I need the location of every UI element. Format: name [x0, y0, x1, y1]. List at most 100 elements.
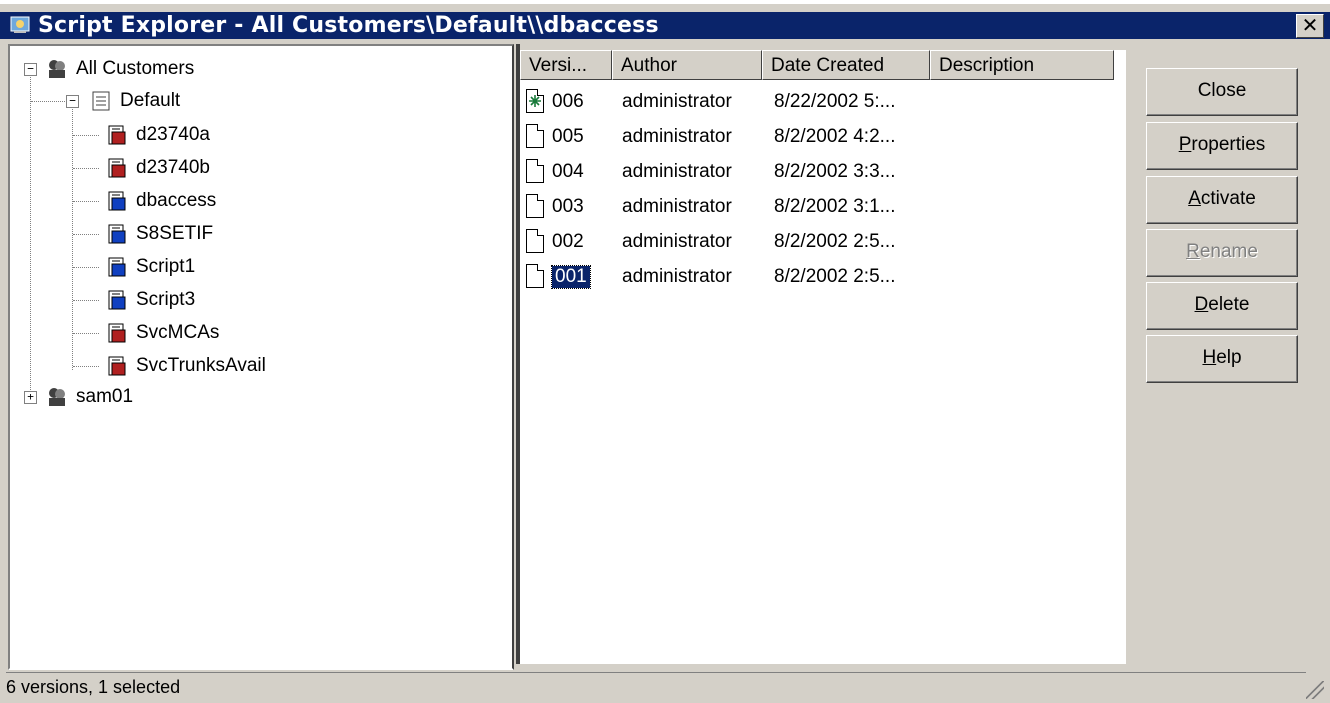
script-icon [106, 190, 128, 212]
activate-label-rest: ctivate [1200, 188, 1256, 209]
tree-node-script[interactable]: S8SETIF [73, 219, 214, 249]
script-file-icon [526, 264, 544, 288]
status-text: 6 versions, 1 selected [6, 677, 181, 697]
active-script-file-icon [526, 89, 544, 113]
cell-date: 8/2/2002 3:3... [774, 161, 896, 182]
column-header-description[interactable]: Description [930, 50, 1114, 80]
delete-label-rest: elete [1208, 294, 1250, 315]
customer-tree[interactable]: − All Customers − Default d23740a d23740b… [8, 44, 514, 670]
column-header-author[interactable]: Author [612, 50, 762, 80]
title-bar[interactable]: Script Explorer - All Customers\Default\… [0, 12, 1330, 39]
cell-date: 8/22/2002 5:... [774, 91, 896, 112]
tree-node-script[interactable]: d23740b [73, 153, 210, 183]
properties-label-rest: roperties [1191, 134, 1266, 155]
table-row[interactable]: 003 administrator 8/2/2002 3:1... [520, 191, 1120, 224]
versions-list[interactable]: Versi... Author Date Created Description… [520, 50, 1126, 664]
script-file-icon [526, 159, 544, 183]
collapse-icon[interactable]: − [66, 95, 79, 108]
table-row[interactable]: 006 administrator 8/22/2002 5:... [520, 86, 1120, 119]
table-row[interactable]: 002 administrator 8/2/2002 2:5... [520, 226, 1120, 259]
tree-node-script[interactable]: dbaccess [73, 186, 217, 216]
script-file-icon [526, 229, 544, 253]
table-row[interactable]: 004 administrator 8/2/2002 3:3... [520, 156, 1120, 189]
cell-version: 006 [552, 91, 584, 112]
rename-mnemonic: R [1186, 241, 1200, 262]
tree-line [30, 72, 31, 404]
help-button[interactable]: Help [1146, 335, 1298, 383]
script-icon [106, 289, 128, 311]
cell-author: administrator [622, 196, 732, 217]
tree-node-label: SvcTrunksAvail [136, 355, 266, 376]
tree-line [73, 135, 99, 136]
rename-button: Rename [1146, 229, 1298, 277]
delete-mnemonic: D [1194, 294, 1209, 315]
table-row[interactable]: 005 administrator 8/2/2002 4:2... [520, 121, 1120, 154]
column-header-version[interactable]: Versi... [520, 50, 612, 80]
tree-line [72, 106, 73, 370]
help-mnemonic: H [1202, 347, 1217, 368]
script-explorer-icon [10, 16, 30, 33]
properties-button[interactable]: Properties [1146, 122, 1298, 170]
tree-node-label: Default [120, 90, 181, 111]
tree-line [73, 300, 99, 301]
tree-node-label: SvcMCAs [136, 322, 220, 343]
script-file-icon [526, 124, 544, 148]
status-bar: 6 versions, 1 selected [6, 672, 1306, 701]
cell-version: 004 [552, 161, 584, 182]
script-icon [106, 322, 128, 344]
tree-node-all-customers[interactable]: − All Customers [24, 54, 194, 84]
close-window-icon[interactable]: ✕ [1296, 14, 1324, 38]
script-icon [106, 355, 128, 377]
tree-node-label: Script3 [136, 289, 196, 310]
cell-date: 8/2/2002 3:1... [774, 196, 896, 217]
cell-author: administrator [622, 266, 732, 287]
cell-date: 8/2/2002 2:5... [774, 266, 896, 287]
tree-node-script[interactable]: d23740a [73, 120, 210, 150]
table-row[interactable]: 001 administrator 8/2/2002 2:5... [520, 261, 1120, 294]
tree-line [31, 101, 65, 102]
tree-node-script[interactable]: Script1 [73, 252, 195, 282]
cell-author: administrator [622, 161, 732, 182]
tree-node-default[interactable]: − Default [31, 86, 181, 116]
script-file-icon [526, 194, 544, 218]
close-button[interactable]: Close [1146, 68, 1298, 116]
tree-node-label: sam01 [76, 386, 134, 407]
cell-author: administrator [622, 231, 732, 252]
script-icon [106, 256, 128, 278]
tree-line [73, 201, 99, 202]
column-header-date-created[interactable]: Date Created [762, 50, 930, 80]
tree-line [73, 366, 99, 367]
tree-line [73, 234, 99, 235]
help-label-rest: elp [1216, 347, 1242, 368]
cell-version: 001 [551, 265, 591, 289]
cell-version: 005 [552, 126, 584, 147]
activate-button[interactable]: Activate [1146, 176, 1298, 224]
cell-date: 8/2/2002 4:2... [774, 126, 896, 147]
collapse-icon[interactable]: − [24, 63, 37, 76]
properties-mnemonic: P [1178, 134, 1192, 155]
window-title: Script Explorer - All Customers\Default\… [38, 13, 659, 38]
tree-node-script[interactable]: SvcTrunksAvail [73, 351, 266, 381]
rename-label-rest: ename [1199, 241, 1258, 262]
cell-author: administrator [622, 126, 732, 147]
cell-version: 002 [552, 231, 584, 252]
tree-node-label: d23740a [136, 124, 210, 145]
script-icon [106, 124, 128, 146]
tree-line [73, 267, 99, 268]
resize-grip-icon[interactable] [1306, 681, 1324, 699]
tree-node-script[interactable]: Script3 [73, 285, 196, 315]
tree-node-label: d23740b [136, 157, 210, 178]
expand-icon[interactable]: + [24, 391, 37, 404]
cell-version: 003 [552, 196, 584, 217]
delete-button[interactable]: Delete [1146, 282, 1298, 330]
cell-date: 8/2/2002 2:5... [774, 231, 896, 252]
activate-mnemonic: A [1188, 188, 1201, 209]
customers-icon [46, 386, 68, 408]
customers-icon [46, 58, 68, 80]
script-icon [106, 157, 128, 179]
tree-node-label: S8SETIF [136, 223, 214, 244]
tree-node-label: dbaccess [136, 190, 217, 211]
cell-author: administrator [622, 91, 732, 112]
tree-node-sam01[interactable]: + sam01 [24, 382, 133, 412]
tree-node-script[interactable]: SvcMCAs [73, 318, 220, 348]
